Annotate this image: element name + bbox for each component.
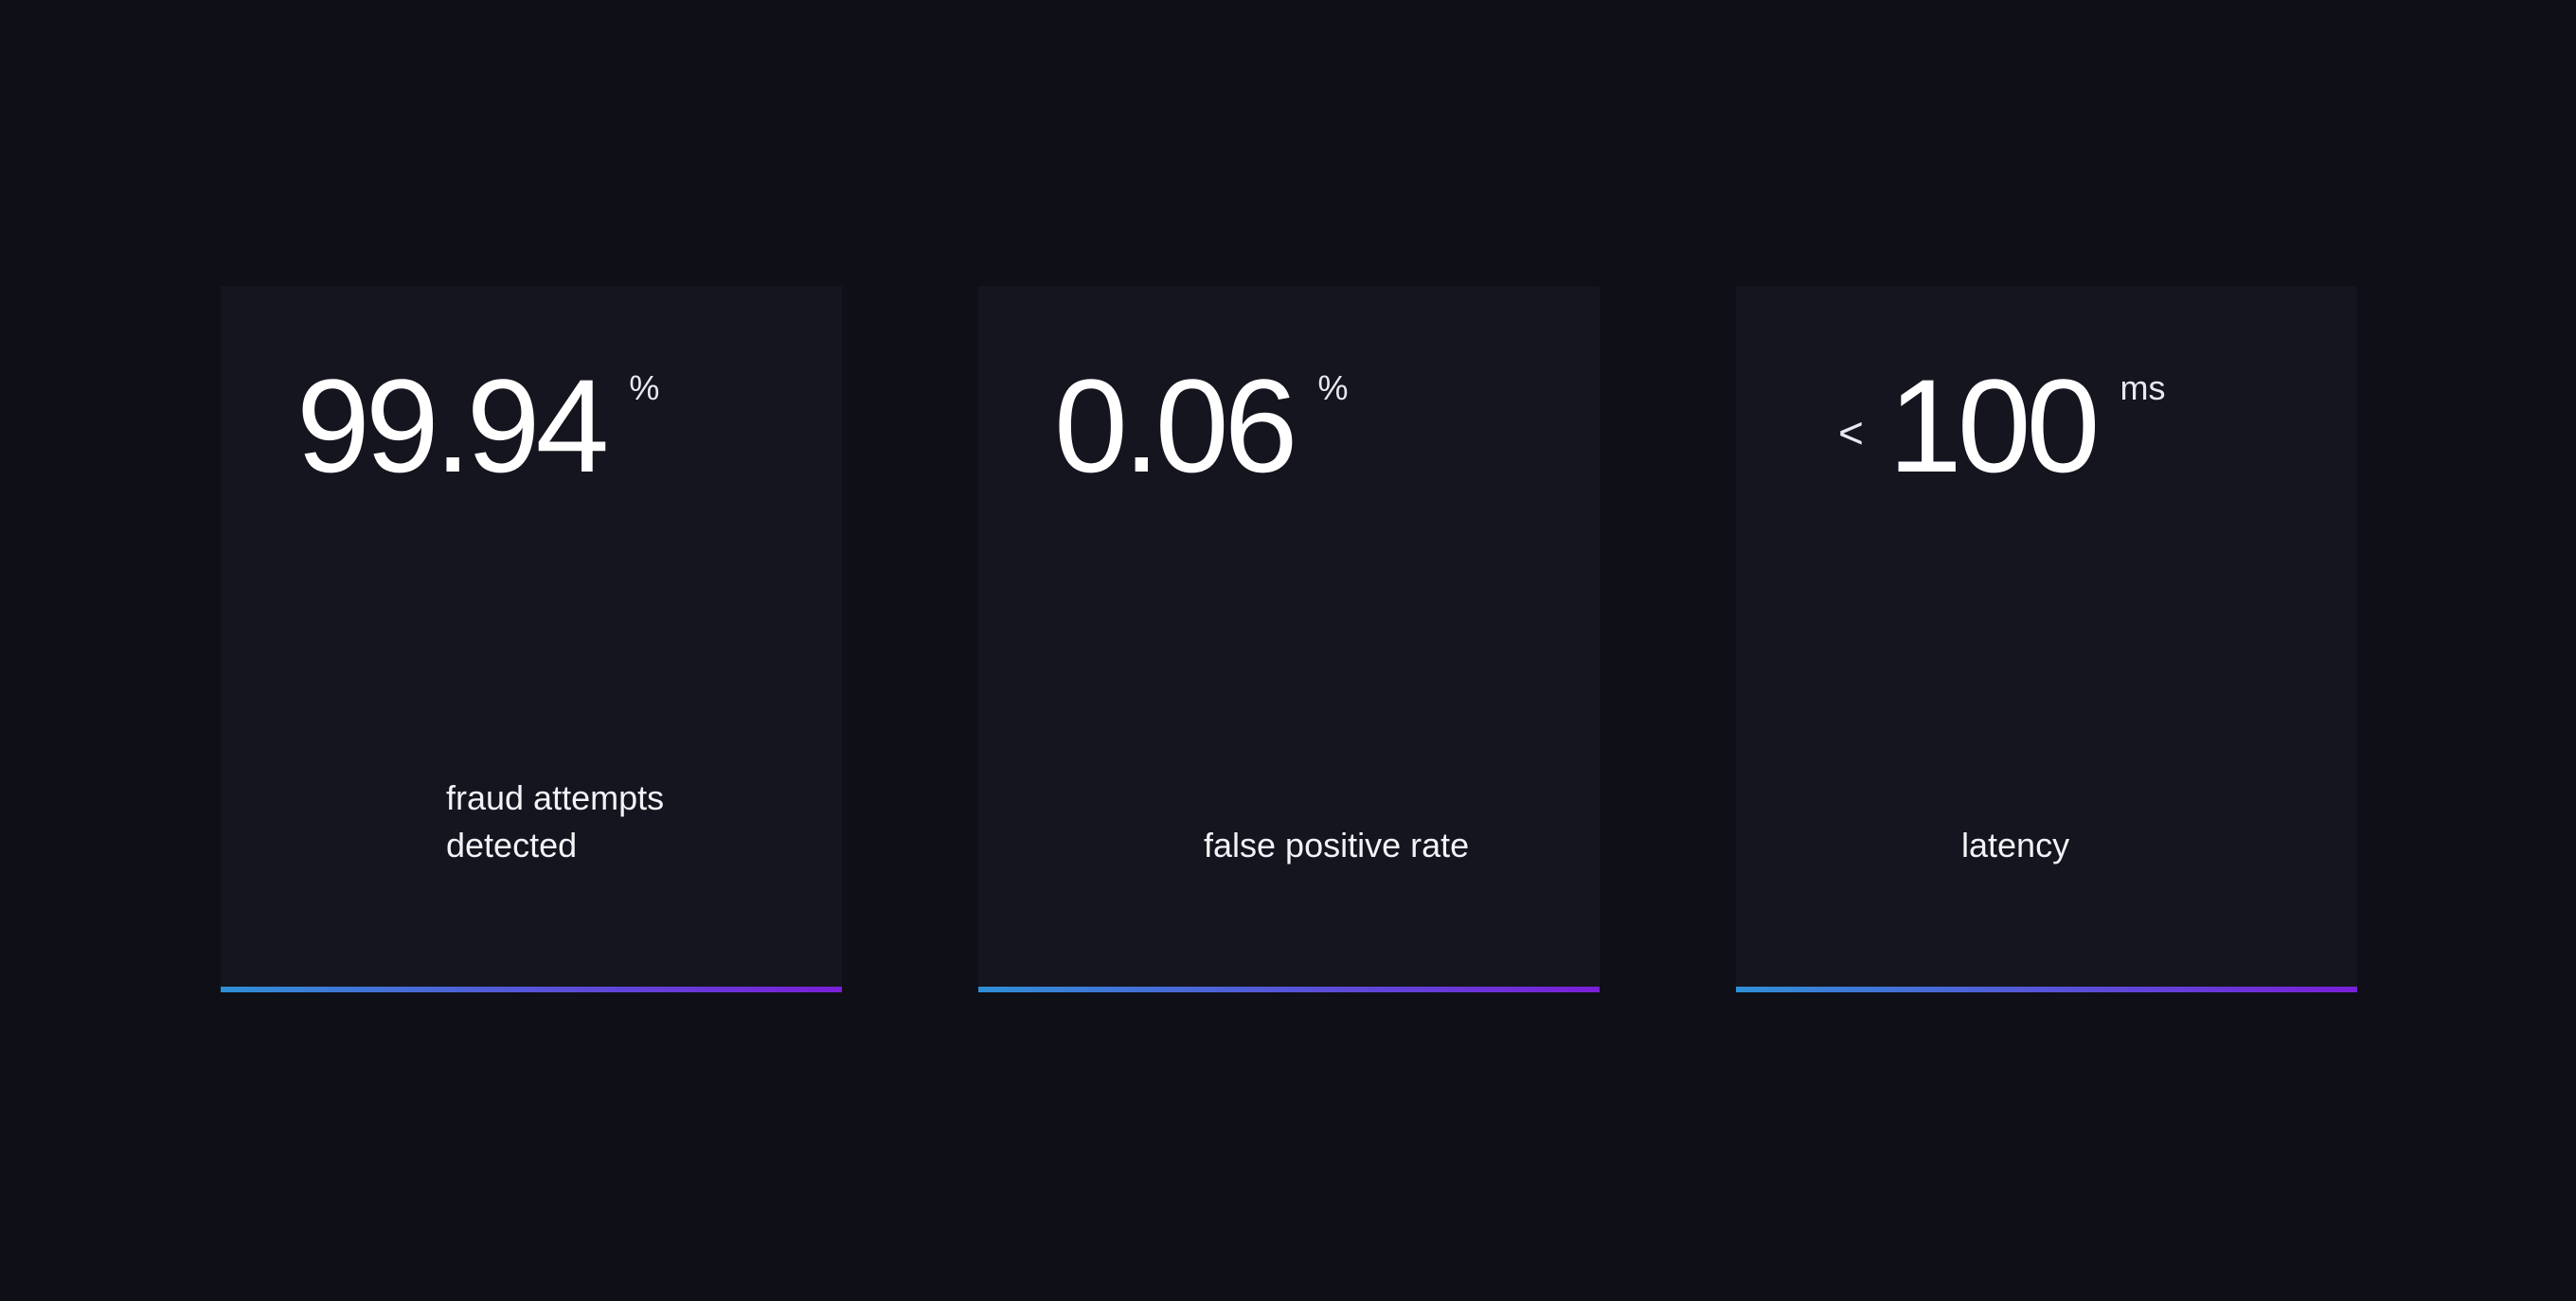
stat-prefix: < xyxy=(1838,408,1864,457)
stats-row: 99.94% fraud attempts detected 0.06% fal… xyxy=(0,0,2576,1301)
stat-unit: ms xyxy=(2120,368,2166,407)
stat-label: false positive rate xyxy=(1204,826,1470,864)
stat-card-false-positive-rate: 0.06% false positive rate xyxy=(978,286,1600,992)
stat-card-latency: <100 ms latency xyxy=(1736,286,2357,992)
stat-value-group: 99.94% xyxy=(296,360,659,492)
stat-value: 100 xyxy=(1887,351,2101,500)
stat-label: fraud attempts detected xyxy=(446,778,665,864)
stat-value: 99.94 xyxy=(296,351,609,500)
stat-unit: % xyxy=(1317,368,1349,407)
stat-label: latency xyxy=(1961,826,2070,864)
stat-value: 0.06 xyxy=(1054,351,1297,500)
stat-value-group: 0.06% xyxy=(1054,360,1349,492)
accent-bar xyxy=(1736,987,2357,992)
accent-bar xyxy=(221,987,842,992)
stat-value-group: <100 ms xyxy=(1838,360,2165,492)
stat-card-fraud-detected: 99.94% fraud attempts detected xyxy=(221,286,842,992)
stat-unit: % xyxy=(629,368,660,407)
accent-bar xyxy=(978,987,1600,992)
